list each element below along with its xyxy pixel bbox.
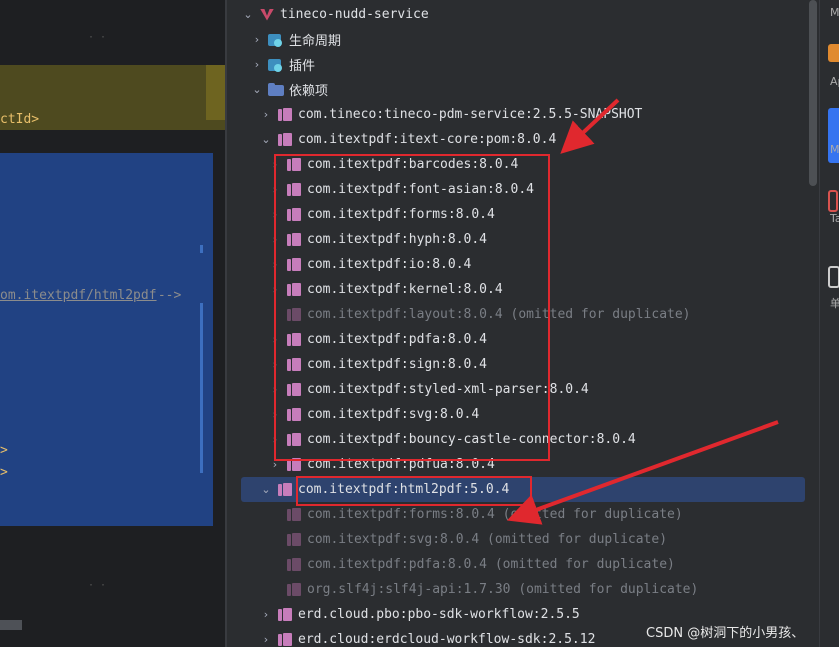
csdn-watermark: CSDN @树洞下的小男孩、 <box>646 626 805 641</box>
annotation-arrow <box>560 98 620 154</box>
annotation-arrows <box>506 98 779 525</box>
annotation-arrow <box>506 420 779 525</box>
